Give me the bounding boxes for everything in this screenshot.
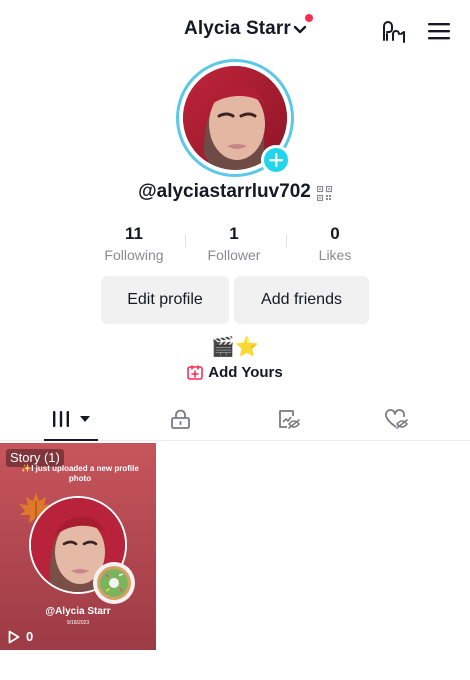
grid-icon [53,411,69,427]
video-date: 9/18/2023 [66,620,90,626]
qr-code-icon[interactable] [316,185,332,201]
donut-sticker-icon [93,562,135,604]
add-yours-icon [187,365,204,380]
notification-dot [305,14,313,22]
likes-count: 0 [330,224,340,243]
username-row: @alyciastarrluv702 [0,181,470,203]
lock-icon [170,409,190,429]
caret-down-icon [80,416,90,422]
tab-private[interactable] [160,398,200,440]
stat-followers[interactable]: 1 Follower [184,224,284,266]
video-handle: @Alycia Starr [45,606,111,617]
tab-liked[interactable] [377,398,417,440]
plus-icon [269,153,283,167]
repost-hidden-icon [279,410,300,429]
following-label: Following [104,247,164,263]
view-count: 0 [8,629,33,644]
profile-stats: 11 Following 1 Follower 0 Likes [90,224,380,268]
bio-text: 🎬⭐ [211,337,259,358]
tab-reposts[interactable] [269,398,309,440]
username: @alyciastarrluv702 [138,181,311,202]
stat-following[interactable]: 11 Following [84,224,184,266]
add-friends-button[interactable]: Add friends [234,276,369,324]
account-switcher[interactable]: Alycia Starr [184,18,307,40]
stat-likes[interactable]: 0 Likes [285,224,385,266]
heart-hidden-icon [385,409,409,429]
video-thumbnail[interactable]: Story (1) ✨I just uploaded a new profile… [0,443,156,650]
follower-count: 1 [229,224,239,243]
top-bar: Alycia Starr [0,0,470,60]
chevron-down-icon [293,25,307,34]
likes-label: Likes [318,247,352,263]
play-icon [8,630,20,643]
follower-label: Follower [207,247,261,263]
add-yours-label: Add Yours [208,364,283,381]
profile-tabs [0,398,470,441]
video-caption: ✨I just uploaded a new profile photo [21,464,139,483]
add-yours-link[interactable]: Add Yours [0,364,470,381]
account-name: Alycia Starr [184,18,291,39]
add-profile-photo-button[interactable] [261,145,291,175]
view-count-value: 0 [26,629,34,644]
active-tab-indicator [44,439,98,441]
following-count: 11 [125,224,143,243]
tab-videos[interactable] [44,398,98,440]
hamburger-menu-icon[interactable] [428,22,450,40]
creator-tools-icon[interactable] [381,20,407,44]
edit-profile-button[interactable]: Edit profile [101,276,229,324]
